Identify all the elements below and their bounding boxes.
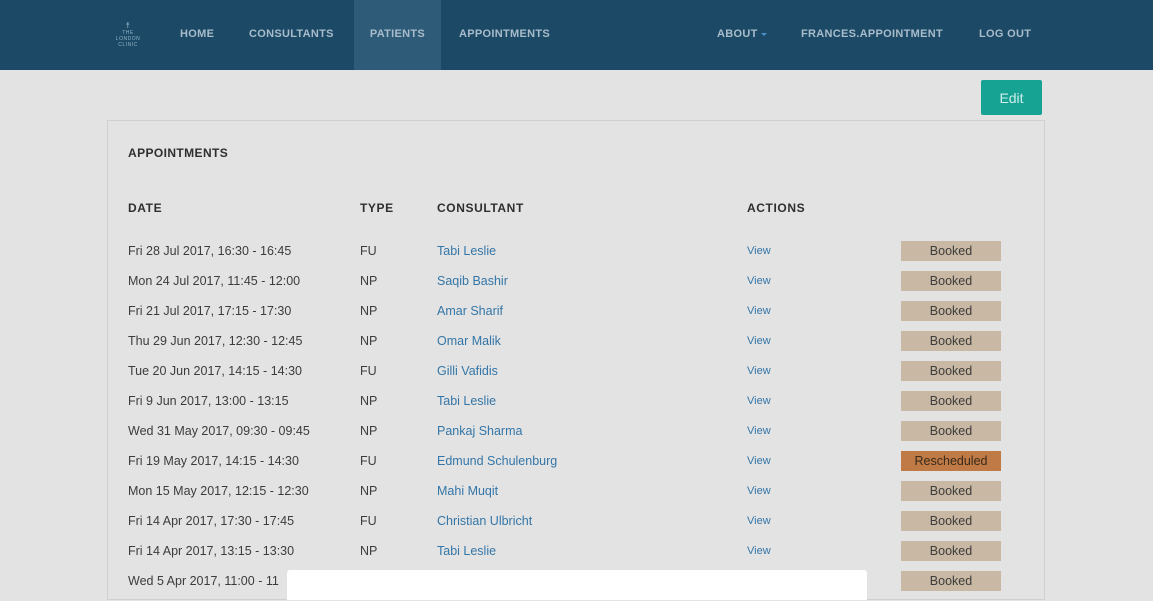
appointment-type: NP <box>360 334 378 348</box>
table-row: Mon 24 Jul 2017, 11:45 - 12:00 NP Saqib Ba… <box>108 271 1044 301</box>
table-row: Fri 9 Jun 2017, 13:00 - 13:15 NP Tabi Lesl… <box>108 391 1044 421</box>
consultant-link[interactable]: Tabi Leslie <box>437 541 496 561</box>
appointment-date: Thu 29 Jun 2017, 12:30 - 12:45 <box>128 334 303 348</box>
appointment-type: FU <box>360 514 377 528</box>
consultant-link[interactable]: Edmund Schulenburg <box>437 451 557 471</box>
appointment-type: NP <box>360 394 378 408</box>
nav-user[interactable]: FRANCES.APPOINTMENT <box>801 0 943 70</box>
column-header-date: DATE <box>128 201 163 215</box>
appointment-date: Mon 15 May 2017, 12:15 - 12:30 <box>128 484 309 498</box>
appointment-date: Fri 9 Jun 2017, 13:00 - 13:15 <box>128 394 289 408</box>
top-navbar: ☨ THE LONDON CLINIC HOME CONSULTANTS PAT… <box>0 0 1153 70</box>
status-badge: Booked <box>901 391 1001 411</box>
nav-about-label: ABOUT <box>717 28 758 40</box>
consultant-link[interactable]: Saqib Bashir <box>437 271 508 291</box>
status-badge: Booked <box>901 361 1001 381</box>
view-link[interactable]: View <box>747 511 771 531</box>
consultant-link[interactable]: Amar Sharif <box>437 301 503 321</box>
nav-about[interactable]: ABOUT <box>717 0 767 70</box>
table-row: Thu 29 Jun 2017, 12:30 - 12:45 NP Omar Mal… <box>108 331 1044 361</box>
appointment-type: FU <box>360 244 377 258</box>
appointment-date: Fri 28 Jul 2017, 16:30 - 16:45 <box>128 244 292 258</box>
table-row: Wed 31 May 2017, 09:30 - 09:45 NP Pankaj S… <box>108 421 1044 451</box>
nav-consultants[interactable]: CONSULTANTS <box>249 0 334 70</box>
appointment-type: NP <box>360 544 378 558</box>
nav-patients[interactable]: PATIENTS <box>354 0 441 70</box>
status-badge: Booked <box>901 271 1001 291</box>
appointment-date: Wed 31 May 2017, 09:30 - 09:45 <box>128 424 310 438</box>
consultant-link[interactable]: Christian Ulbricht <box>437 511 532 531</box>
appointment-type: NP <box>360 274 378 288</box>
nav-appointments[interactable]: APPOINTMENTS <box>459 0 550 70</box>
consultant-link[interactable]: Pankaj Sharma <box>437 421 522 441</box>
view-link[interactable]: View <box>747 271 771 291</box>
table-row: Fri 14 Apr 2017, 17:30 - 17:45 FU Christia… <box>108 511 1044 541</box>
view-link[interactable]: View <box>747 361 771 381</box>
status-badge: Rescheduled <box>901 451 1001 471</box>
status-badge: Booked <box>901 421 1001 441</box>
table-row: Mon 15 May 2017, 12:15 - 12:30 NP Mahi Muq… <box>108 481 1044 511</box>
status-badge: Booked <box>901 331 1001 351</box>
section-title: APPOINTMENTS <box>128 146 229 160</box>
consultant-link[interactable]: Tabi Leslie <box>437 241 496 261</box>
overlay-card <box>287 570 867 600</box>
status-badge: Booked <box>901 541 1001 561</box>
view-link[interactable]: View <box>747 391 771 411</box>
status-badge: Booked <box>901 571 1001 591</box>
status-badge: Booked <box>901 511 1001 531</box>
table-row: Fri 19 May 2017, 14:15 - 14:30 FU Edmund S… <box>108 451 1044 481</box>
caret-down-icon <box>760 32 767 36</box>
appointment-type: NP <box>360 484 378 498</box>
consultant-link[interactable]: Mahi Muqit <box>437 481 498 501</box>
view-link[interactable]: View <box>747 541 771 561</box>
appointment-date: Tue 20 Jun 2017, 14:15 - 14:30 <box>128 364 302 378</box>
consultant-link[interactable]: Gilli Vafidis <box>437 361 498 381</box>
appointment-date: Wed 5 Apr 2017, 11:00 - 11 <box>128 574 279 588</box>
table-row: Fri 14 Apr 2017, 13:15 - 13:30 NP Tabi Les… <box>108 541 1044 571</box>
edit-button[interactable]: Edit <box>981 80 1042 115</box>
appointment-date: Fri 21 Jul 2017, 17:15 - 17:30 <box>128 304 292 318</box>
view-link[interactable]: View <box>747 451 771 471</box>
appointment-type: NP <box>360 304 378 318</box>
status-badge: Booked <box>901 241 1001 261</box>
nav-logout[interactable]: LOG OUT <box>979 0 1031 70</box>
column-header-actions: ACTIONS <box>747 201 806 215</box>
consultant-link[interactable]: Omar Malik <box>437 331 501 351</box>
appointment-date: Fri 14 Apr 2017, 13:15 - 13:30 <box>128 544 295 558</box>
view-link[interactable]: View <box>747 421 771 441</box>
logo-line-3: CLINIC <box>118 42 138 48</box>
appointment-date: Fri 19 May 2017, 14:15 - 14:30 <box>128 454 299 468</box>
view-link[interactable]: View <box>747 481 771 501</box>
table-row: Fri 28 Jul 2017, 16:30 - 16:45 FU Tabi Les… <box>108 241 1044 271</box>
table-row: Fri 21 Jul 2017, 17:15 - 17:30 NP Amar Sha… <box>108 301 1044 331</box>
clinic-logo[interactable]: ☨ THE LONDON CLINIC <box>112 20 144 50</box>
status-badge: Booked <box>901 481 1001 501</box>
nav-home[interactable]: HOME <box>180 0 214 70</box>
appointment-type: FU <box>360 454 377 468</box>
table-row: Tue 20 Jun 2017, 14:15 - 14:30 FU Gilli Va… <box>108 361 1044 391</box>
view-link[interactable]: View <box>747 241 771 261</box>
appointment-type: NP <box>360 424 378 438</box>
appointment-date: Mon 24 Jul 2017, 11:45 - 12:00 <box>128 274 301 288</box>
appointments-panel: APPOINTMENTS DATE TYPE CONSULTANT ACTION… <box>107 120 1045 600</box>
status-badge: Booked <box>901 301 1001 321</box>
consultant-link[interactable]: Tabi Leslie <box>437 391 496 411</box>
crest-icon: ☨ <box>125 21 131 30</box>
view-link[interactable]: View <box>747 301 771 321</box>
view-link[interactable]: View <box>747 331 771 351</box>
appointment-date: Fri 14 Apr 2017, 17:30 - 17:45 <box>128 514 295 528</box>
appointment-type: FU <box>360 364 377 378</box>
column-header-consultant: CONSULTANT <box>437 201 524 215</box>
column-header-type: TYPE <box>360 201 394 215</box>
